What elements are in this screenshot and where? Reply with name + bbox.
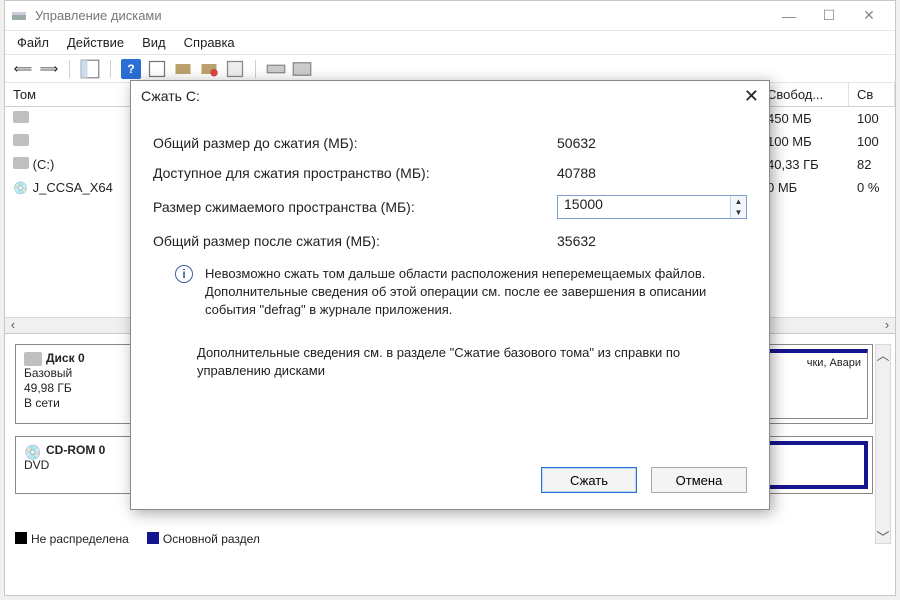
scroll-left-icon[interactable]: ‹ bbox=[5, 318, 21, 333]
help-icon[interactable]: ? bbox=[121, 59, 141, 79]
close-icon[interactable]: ✕ bbox=[729, 87, 759, 105]
nav-back-icon[interactable]: ⟸ bbox=[13, 59, 33, 79]
menubar: Файл Действие Вид Справка bbox=[5, 31, 895, 55]
shrink-amount-spinner[interactable]: 15000 ▲ ▼ bbox=[557, 195, 747, 219]
label-total-before: Общий размер до сжатия (МБ): bbox=[153, 135, 557, 151]
volume-icon bbox=[13, 134, 29, 146]
col-pct[interactable]: Св bbox=[849, 83, 895, 106]
legend-primary: Основной раздел bbox=[147, 532, 260, 546]
nav-forward-icon[interactable]: ⟹ bbox=[39, 59, 59, 79]
value-available: 40788 bbox=[557, 165, 747, 181]
col-free[interactable]: Свобод... bbox=[759, 83, 849, 106]
scroll-down-icon[interactable]: ﹀ bbox=[876, 527, 890, 543]
label-total-after: Общий размер после сжатия (МБ): bbox=[153, 233, 557, 249]
properties-icon[interactable] bbox=[225, 59, 245, 79]
info-icon: i bbox=[175, 265, 193, 283]
maximize-button[interactable]: ☐ bbox=[809, 7, 849, 24]
spin-up-icon[interactable]: ▲ bbox=[731, 196, 746, 207]
dialog-titlebar: Сжать C: ✕ bbox=[131, 81, 769, 111]
menu-file[interactable]: Файл bbox=[17, 35, 49, 50]
legend: Не распределена Основной раздел bbox=[15, 532, 260, 546]
cdrom-icon bbox=[24, 444, 42, 458]
menu-help[interactable]: Справка bbox=[184, 35, 235, 50]
window-close-button[interactable]: ✕ bbox=[849, 7, 889, 24]
legend-unallocated: Не распределена bbox=[15, 532, 129, 546]
minimize-button[interactable]: — bbox=[769, 8, 809, 24]
spin-down-icon[interactable]: ▼ bbox=[731, 207, 746, 218]
toolbar-icon-3[interactable] bbox=[266, 59, 286, 79]
volume-icon bbox=[13, 111, 29, 123]
dialog-title: Сжать C: bbox=[141, 88, 729, 104]
partition-status-text: чки, Авари bbox=[807, 357, 861, 369]
toolbar: ⟸ ⟹ ? bbox=[5, 55, 895, 83]
disk-icon bbox=[24, 352, 42, 366]
show-tree-icon[interactable] bbox=[80, 59, 100, 79]
window-title: Управление дисками bbox=[35, 8, 769, 23]
shrink-amount-input[interactable]: 15000 bbox=[558, 196, 730, 218]
value-total-before: 50632 bbox=[557, 135, 747, 151]
titlebar: Управление дисками — ☐ ✕ bbox=[5, 1, 895, 31]
info-note-1: i Невозможно сжать том дальше области ра… bbox=[175, 265, 747, 320]
shrink-button[interactable]: Сжать bbox=[541, 467, 637, 493]
toolbar-icon-4[interactable] bbox=[292, 59, 312, 79]
scroll-right-icon[interactable]: › bbox=[879, 318, 895, 333]
label-available: Доступное для сжатия пространство (МБ): bbox=[153, 165, 557, 181]
scroll-up-icon[interactable]: ︿ bbox=[876, 345, 890, 361]
value-total-after: 35632 bbox=[557, 233, 747, 249]
cancel-button[interactable]: Отмена bbox=[651, 467, 747, 493]
refresh-icon[interactable] bbox=[147, 59, 167, 79]
toolbar-icon-1[interactable] bbox=[173, 59, 193, 79]
label-to-shrink: Размер сжимаемого пространства (МБ): bbox=[153, 199, 557, 215]
cd-icon bbox=[13, 180, 29, 192]
menu-view[interactable]: Вид bbox=[142, 35, 166, 50]
toolbar-icon-2[interactable] bbox=[199, 59, 219, 79]
volume-icon bbox=[13, 157, 29, 169]
info-note-2: Дополнительные сведения см. в разделе "С… bbox=[197, 344, 747, 380]
graphic-vscroll[interactable]: ︿ ﹀ bbox=[875, 344, 891, 544]
menu-action[interactable]: Действие bbox=[67, 35, 124, 50]
app-icon bbox=[11, 8, 27, 24]
shrink-dialog: Сжать C: ✕ Общий размер до сжатия (МБ): … bbox=[130, 80, 770, 510]
